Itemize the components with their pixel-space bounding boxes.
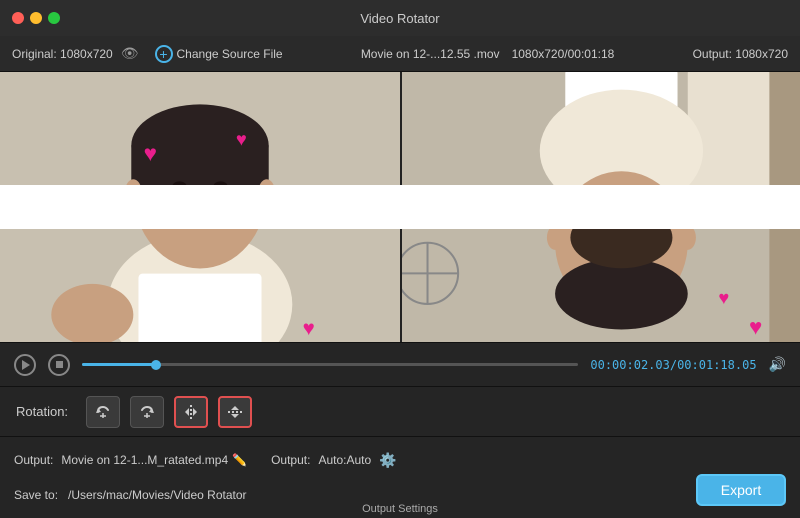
volume-icon[interactable]: 🔊 xyxy=(769,356,786,373)
play-button[interactable] xyxy=(14,354,36,376)
flip-horizontal-button[interactable] xyxy=(174,396,208,428)
flip-vertical-icon xyxy=(226,403,244,421)
output-info: Output: 1080x720 xyxy=(693,47,788,61)
minimize-button[interactable] xyxy=(30,12,42,24)
stop-button[interactable] xyxy=(48,354,70,376)
output-label-1: Output: xyxy=(14,453,53,467)
maximize-button[interactable] xyxy=(48,12,60,24)
time-display: 00:00:02.03/00:01:18.05 xyxy=(590,358,756,372)
svg-text:♥: ♥ xyxy=(236,128,247,149)
svg-text:♥: ♥ xyxy=(303,317,315,340)
file-meta: 1080x720/00:01:18 xyxy=(512,47,615,61)
bottom-area: Output: Movie on 12-1...M_ratated.mp4 ✏️… xyxy=(0,436,800,518)
change-source-button[interactable]: + Change Source File xyxy=(155,45,283,63)
total-time: /00:01:18.05 xyxy=(670,358,757,372)
progress-fill xyxy=(82,363,156,366)
rotate-right-icon xyxy=(138,403,156,421)
output-settings-label: Output Settings xyxy=(362,503,438,515)
original-label: Original: 1080x720 xyxy=(12,47,113,61)
svg-text:♥: ♥ xyxy=(144,141,157,166)
svg-text:♥: ♥ xyxy=(749,315,762,340)
progress-track[interactable] xyxy=(82,363,578,366)
save-label: Save to: xyxy=(14,488,60,502)
export-label: Export xyxy=(721,482,761,498)
export-button[interactable]: Export xyxy=(696,474,786,506)
play-icon xyxy=(22,360,30,370)
bottom-row-1: Output: Movie on 12-1...M_ratated.mp4 ✏️… xyxy=(14,447,786,473)
output-file-text: Movie on 12-1...M_ratated.mp4 xyxy=(61,453,228,467)
progress-thumb[interactable] xyxy=(151,360,161,370)
traffic-lights xyxy=(12,12,60,24)
rotate-left-icon xyxy=(94,403,112,421)
flip-horizontal-icon xyxy=(182,403,200,421)
file-info: Movie on 12-...12.55 .mov 1080x720/00:01… xyxy=(299,47,677,61)
file-name: Movie on 12-...12.55 .mov xyxy=(361,47,500,61)
rotation-bar: Rotation: xyxy=(0,386,800,436)
current-time: 00:00:02.03 xyxy=(590,358,669,372)
original-info: Original: 1080x720 👁 xyxy=(12,45,139,62)
playback-bar: 00:00:02.03/00:01:18.05 🔊 xyxy=(0,342,800,386)
close-button[interactable] xyxy=(12,12,24,24)
stop-icon xyxy=(56,361,63,368)
edit-icon[interactable]: ✏️ xyxy=(232,453,247,467)
eye-icon[interactable]: 👁 xyxy=(121,45,139,62)
redaction-bar xyxy=(0,185,800,229)
output-format-label: Output: xyxy=(271,453,310,467)
video-area: ♥ ♥ ♥ xyxy=(0,72,800,342)
rotate-right-button[interactable] xyxy=(130,396,164,428)
rotation-label: Rotation: xyxy=(16,404,76,419)
title-bar: Video Rotator xyxy=(0,0,800,36)
plus-circle-icon: + xyxy=(155,45,173,63)
output-file-name: Movie on 12-1...M_ratated.mp4 ✏️ xyxy=(61,453,247,467)
gear-icon[interactable]: ⚙️ xyxy=(379,452,396,469)
output-format-value: Auto:Auto xyxy=(318,453,371,467)
rotate-left-button[interactable] xyxy=(86,396,120,428)
progress-container[interactable] xyxy=(82,363,578,366)
flip-vertical-button[interactable] xyxy=(218,396,252,428)
svg-text:♥: ♥ xyxy=(718,287,729,308)
app-title: Video Rotator xyxy=(360,11,439,26)
change-source-label: Change Source File xyxy=(177,47,283,61)
top-bar: Original: 1080x720 👁 + Change Source Fil… xyxy=(0,36,800,72)
